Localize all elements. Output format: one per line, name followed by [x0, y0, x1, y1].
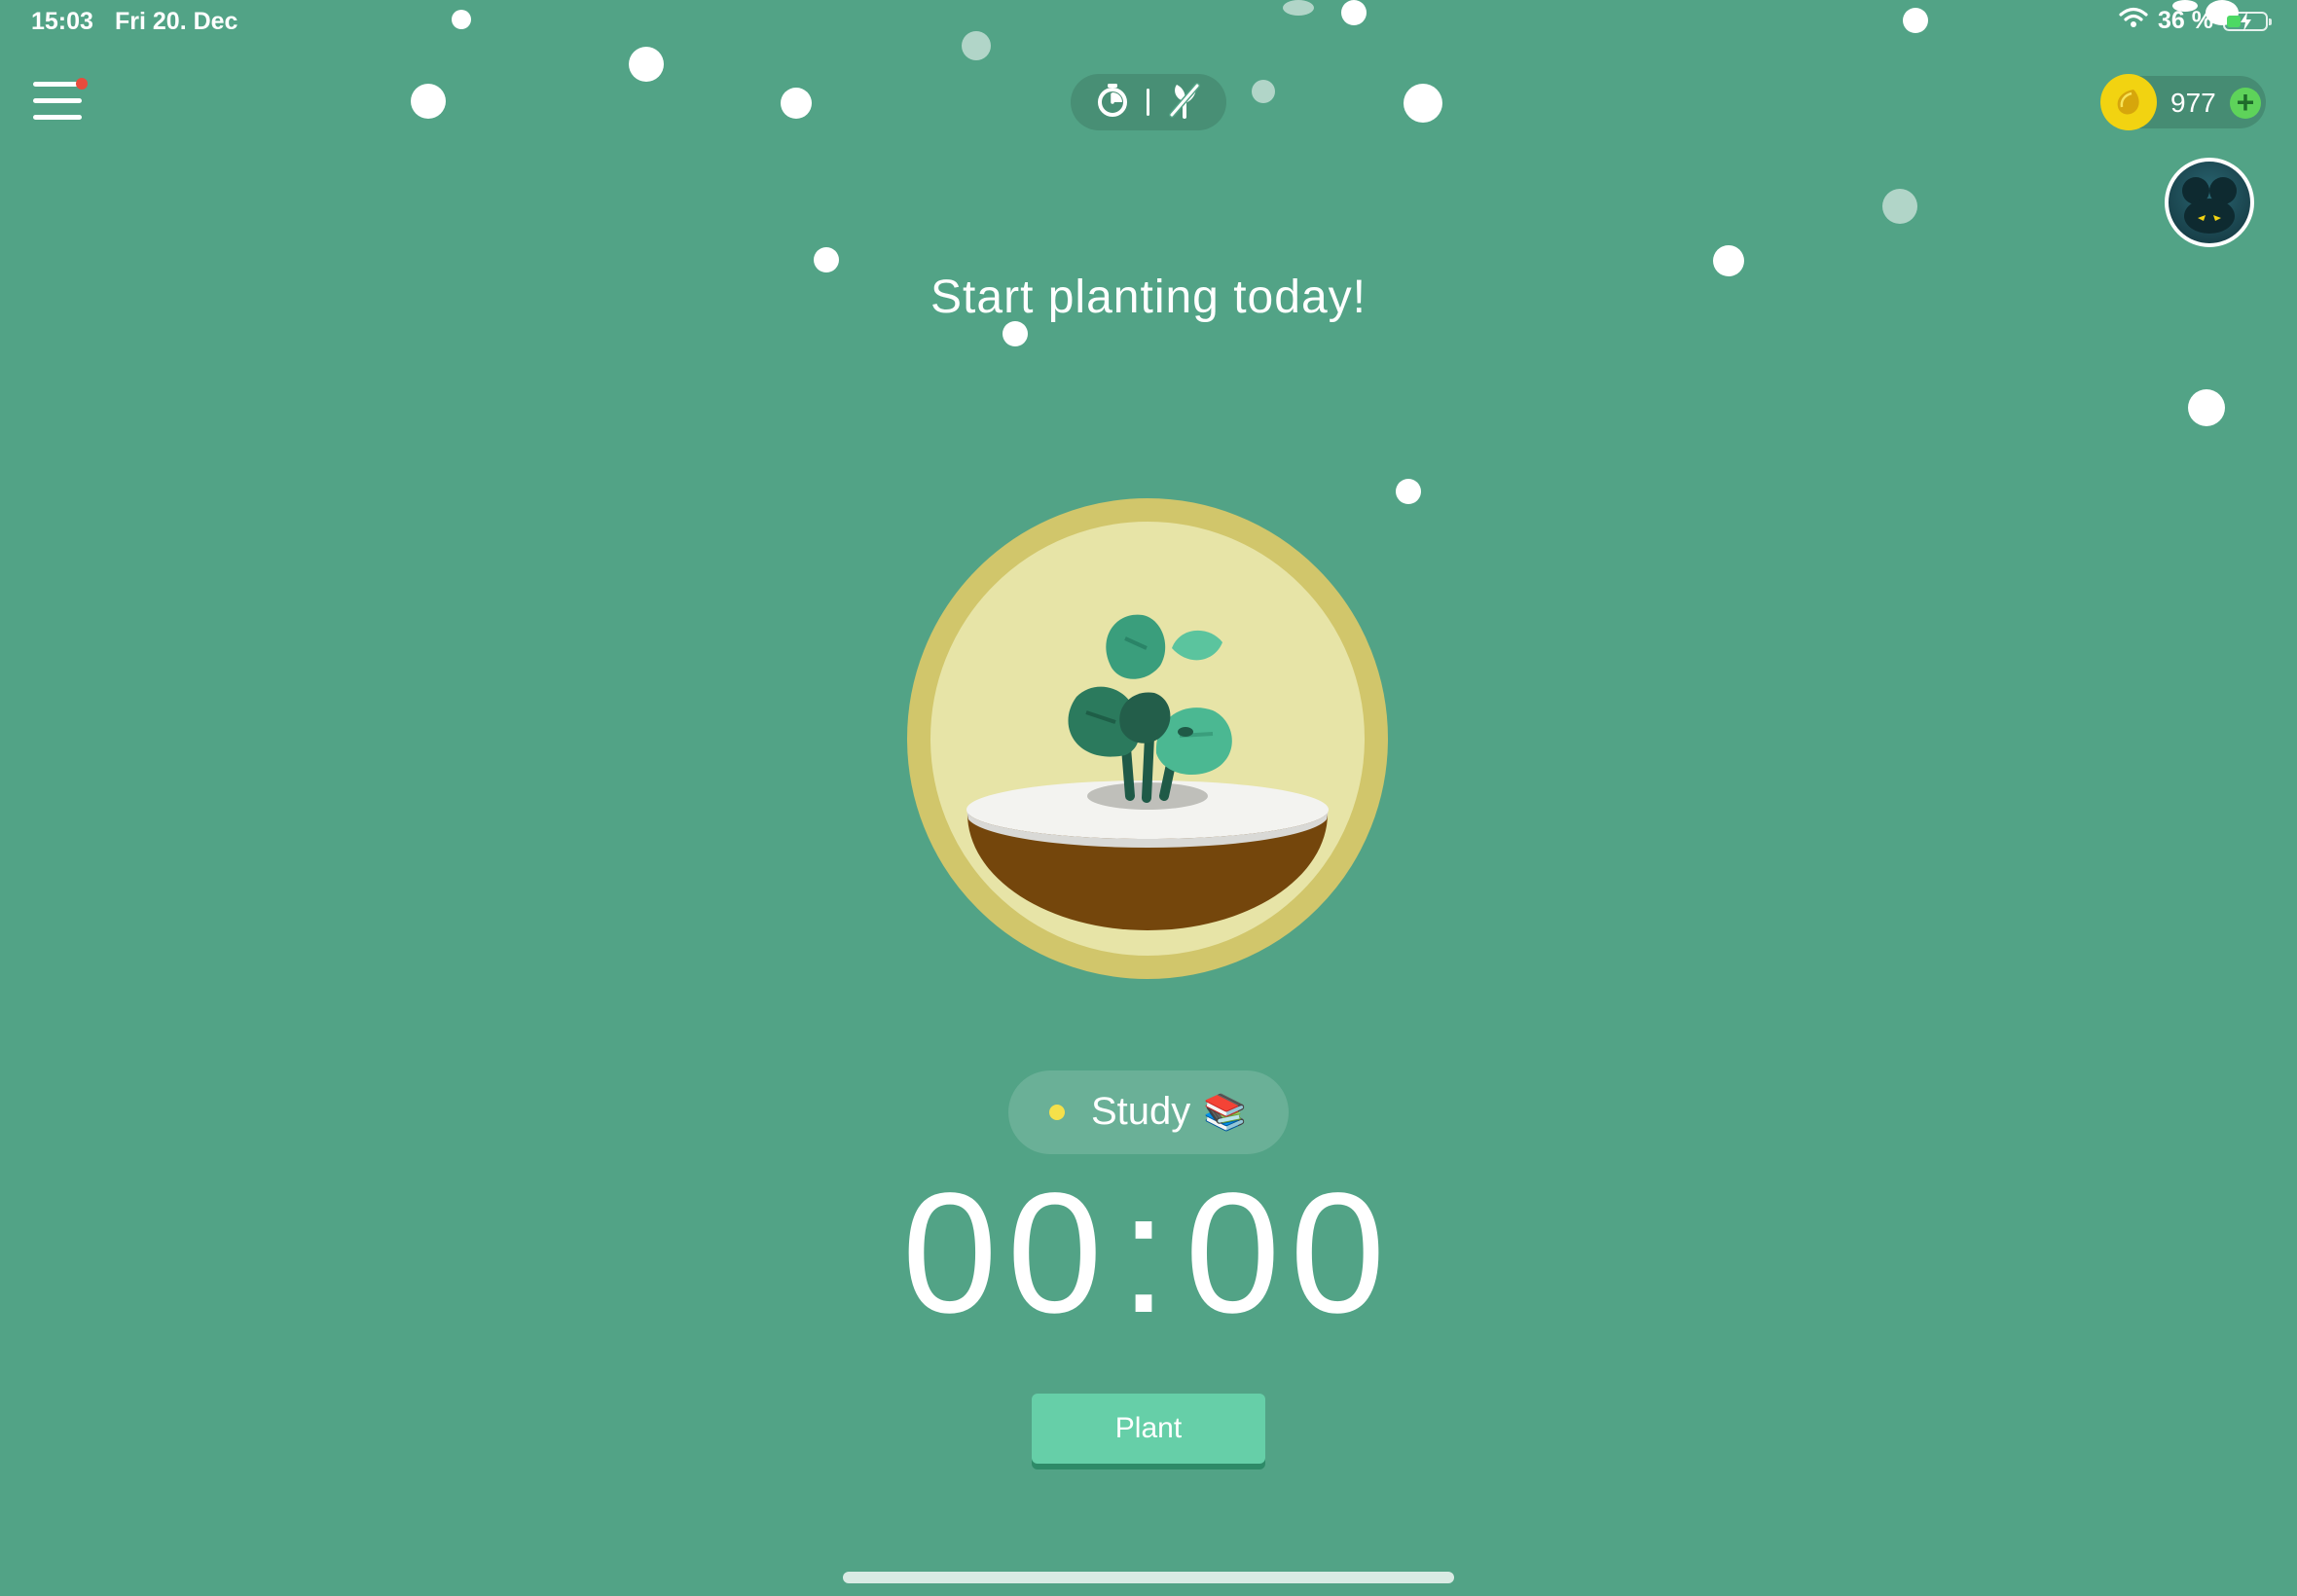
snowflake — [629, 47, 664, 82]
plant-preview[interactable] — [907, 498, 1388, 979]
snowflake — [814, 247, 839, 272]
coin-balance[interactable]: 977 + — [2100, 74, 2266, 130]
coin-count: 977 — [2170, 88, 2216, 118]
books-icon: 📚 — [1203, 1092, 1247, 1132]
avatar-icon — [2182, 177, 2237, 234]
tag-selector[interactable]: Study 📚 — [1008, 1070, 1289, 1154]
plus-icon[interactable]: + — [2230, 87, 2261, 119]
timer-seconds: 00 — [1185, 1158, 1396, 1349]
stopwatch-icon[interactable] — [1096, 83, 1129, 123]
timer-minutes: 00 — [901, 1158, 1112, 1349]
headline: Start planting today! — [930, 272, 1367, 323]
tag-color-dot — [1049, 1105, 1065, 1120]
monstera-plant-illustration — [966, 614, 1329, 930]
timer-mode-toggle[interactable] — [1071, 74, 1226, 130]
timer-display[interactable]: 00:00 — [0, 1168, 2297, 1339]
battery-charging-icon — [2223, 11, 2272, 31]
mode-divider — [1146, 89, 1149, 116]
notification-dot — [76, 78, 88, 90]
snowflake — [2188, 389, 2225, 426]
snowflake — [1882, 189, 1917, 224]
snowflake — [411, 84, 446, 119]
wifi-icon — [2119, 6, 2148, 36]
snowflake — [1404, 84, 1442, 123]
home-indicator[interactable] — [843, 1572, 1454, 1583]
timer-separator: : — [1119, 1158, 1178, 1349]
status-bar: 15:03 Fri 20. Dec 36 % — [0, 0, 2297, 47]
no-plant-icon[interactable] — [1167, 82, 1202, 124]
snowflake — [1396, 479, 1421, 504]
plant-button[interactable]: Plant — [1032, 1394, 1265, 1464]
snowflake — [1252, 80, 1275, 103]
status-indicators: 36 % — [2119, 6, 2272, 36]
status-time: 15:03 — [31, 8, 93, 35]
menu-button[interactable] — [31, 78, 88, 125]
tag-label: Study — [1091, 1090, 1191, 1133]
avatar[interactable] — [2165, 158, 2254, 247]
battery-percent: 36 % — [2158, 7, 2213, 34]
status-date: Fri 20. Dec — [115, 8, 238, 35]
snowflake — [1003, 321, 1028, 346]
snowflake — [781, 88, 812, 119]
battery-nub — [2269, 18, 2272, 25]
coin-icon — [2100, 74, 2157, 130]
